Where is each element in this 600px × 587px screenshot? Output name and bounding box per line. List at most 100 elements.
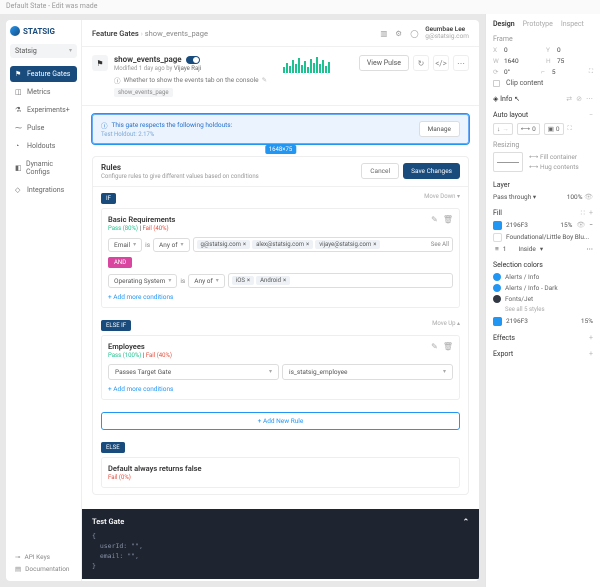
value-chip[interactable]: alex@statsig.com ×	[252, 240, 313, 249]
move-up-link[interactable]: Move Up ▴	[432, 320, 460, 327]
stroke-weight[interactable]: 1	[503, 245, 507, 253]
manage-button[interactable]: Manage	[419, 121, 460, 137]
nav-metrics[interactable]: ◫Metrics	[10, 84, 77, 100]
condition-field-select[interactable]: Email▾	[108, 238, 142, 252]
remove-fill-icon[interactable]: −	[589, 221, 593, 229]
breadcrumb-root[interactable]: Feature Gates	[92, 29, 139, 38]
selection-color[interactable]: Alerts / Info	[493, 273, 593, 281]
delete-icon[interactable]: 🗑	[443, 215, 453, 224]
see-all-link[interactable]: See All	[431, 241, 449, 248]
add-fill-icon[interactable]: +	[589, 209, 593, 217]
direction-toggle[interactable]: ↓ →	[493, 123, 513, 135]
more-button[interactable]: ⋯	[453, 55, 469, 71]
test-gate-code[interactable]: { userId: "", email: "", }	[92, 532, 469, 571]
chevron-down-icon: ▾	[69, 47, 72, 55]
user-chip[interactable]: Geumbae Leeg@statsig.com	[425, 26, 469, 40]
see-all-styles-link[interactable]: See all 5 styles	[505, 306, 593, 313]
frame-y[interactable]: 0	[557, 46, 561, 54]
resize-h-select[interactable]: ⟷ Fill container	[529, 152, 579, 162]
autolayout-more-icon[interactable]: ⛶	[568, 125, 572, 133]
condition-operator-select[interactable]: Any of▾	[153, 238, 190, 252]
eye-icon[interactable]: 👁	[584, 193, 593, 201]
style-icon[interactable]: ∷	[581, 209, 585, 217]
more-icon[interactable]: ⋯	[586, 95, 593, 103]
edit-icon[interactable]: ✎	[431, 215, 438, 224]
clip-content-checkbox[interactable]	[493, 80, 500, 87]
add-new-rule-button[interactable]: + Add New Rule	[101, 412, 460, 430]
nav-experiments[interactable]: ⚗Experiments+	[10, 102, 77, 118]
fill-swatch[interactable]	[493, 221, 502, 230]
remove-autolayout-icon[interactable]: −	[589, 111, 593, 119]
docs-link[interactable]: ▤Documentation	[10, 563, 77, 575]
holdout-banner[interactable]: ⓘThis gate respects the following holdou…	[92, 114, 469, 144]
tab-inspect[interactable]: Inspect	[561, 20, 584, 28]
workspace-select[interactable]: Statsig▾	[10, 44, 77, 58]
stroke-more-icon[interactable]: ⋯	[587, 245, 594, 253]
nav-holdouts[interactable]: ◔Holdouts	[10, 138, 77, 154]
move-down-link[interactable]: Move Down ▾	[424, 193, 460, 200]
nav-dynamic-configs[interactable]: ◧Dynamic Configs	[10, 156, 77, 180]
frame-w[interactable]: 1640	[504, 57, 519, 65]
frame-radius[interactable]: 5	[552, 68, 556, 76]
value-chip[interactable]: vijaye@statsig.com ×	[315, 240, 380, 249]
figma-canvas[interactable]: STATSIG Statsig▾ ⚑Feature Gates ◫Metrics…	[0, 14, 485, 587]
expand-icon[interactable]: ⛶	[589, 68, 593, 76]
selection-color[interactable]: Fonts/Jet	[493, 295, 593, 303]
stroke-align[interactable]: Inside	[518, 245, 535, 253]
layout-icon[interactable]: ▥	[380, 29, 389, 38]
tab-design[interactable]: Design	[493, 20, 515, 28]
value-chip[interactable]: iOS ×	[232, 276, 254, 285]
condition-field-select[interactable]: Operating System▾	[108, 274, 177, 288]
opacity-input[interactable]: 100%	[567, 193, 583, 201]
padding-input[interactable]: ▣ 0	[544, 123, 564, 135]
add-effect-icon[interactable]: +	[589, 334, 593, 342]
delete-icon[interactable]: 🗑	[443, 342, 453, 351]
gate-toggle[interactable]	[186, 56, 200, 64]
fill-opacity[interactable]: 15%	[560, 221, 572, 229]
edit-icon[interactable]: ✎	[262, 76, 267, 84]
value-chip[interactable]: Android ×	[256, 276, 290, 285]
api-keys-link[interactable]: ⊸API Keys	[10, 551, 77, 563]
tab-prototype[interactable]: Prototype	[523, 20, 553, 28]
avatar-icon[interactable]: ◯	[410, 29, 419, 38]
value-chip[interactable]: g@statsig.com ×	[197, 240, 251, 249]
target-gate-select[interactable]: Passes Target Gate▾	[108, 364, 279, 380]
frame-h[interactable]: 75	[557, 57, 564, 65]
nav-feature-gates[interactable]: ⚑Feature Gates	[10, 66, 77, 82]
resizing-diagram[interactable]	[493, 152, 523, 172]
rule-name: Basic Requirements	[108, 215, 175, 224]
component-name[interactable]: Info	[500, 95, 512, 103]
condition-values[interactable]: iOS × Android ×	[228, 273, 453, 288]
stroke-swatch[interactable]	[493, 233, 502, 242]
refresh-button[interactable]: ↻	[413, 55, 429, 71]
add-condition-link[interactable]: + Add more conditions	[108, 293, 453, 301]
color-swatch[interactable]	[493, 317, 502, 326]
add-condition-link[interactable]: + Add more conditions	[108, 385, 453, 393]
condition-operator-select[interactable]: Any of▾	[188, 274, 225, 288]
target-gate-value[interactable]: is_statsig_employee▾	[282, 364, 453, 380]
blend-mode-select[interactable]: Pass through ▾	[493, 193, 536, 201]
collapse-icon[interactable]: ⌃	[463, 517, 469, 526]
detach-icon[interactable]: ⊘	[576, 95, 582, 103]
condition-values[interactable]: g@statsig.com × alex@statsig.com × vijay…	[193, 237, 453, 252]
code-button[interactable]: </>	[433, 55, 449, 71]
breadcrumb-current: show_events_page	[145, 29, 208, 38]
nav-integrations[interactable]: ◇Integrations	[10, 182, 77, 198]
resize-v-select[interactable]: ⟷ Hug contents	[529, 162, 579, 172]
fill-hex[interactable]: 2196F3	[506, 221, 528, 229]
spacing-input[interactable]: ⟷ 0	[517, 123, 540, 135]
rule-employees: Employees Pass (100%) | Fail (40%) ✎🗑 Pa…	[101, 335, 460, 400]
cancel-button[interactable]: Cancel	[361, 163, 399, 179]
stroke-style[interactable]: Foundational/Little Boy Blu...	[506, 233, 589, 241]
frame-x[interactable]: 0	[504, 46, 508, 54]
add-export-icon[interactable]: +	[589, 350, 593, 358]
nav-pulse[interactable]: ⁓Pulse	[10, 120, 77, 136]
save-changes-button[interactable]: Save Changes	[403, 163, 460, 179]
selection-color[interactable]: Alerts / Info - Dark	[493, 284, 593, 292]
gear-icon[interactable]: ⚙	[395, 29, 404, 38]
view-pulse-button[interactable]: View Pulse	[359, 55, 409, 71]
frame-rotation[interactable]: 0°	[504, 68, 510, 76]
eye-icon[interactable]: 👁	[576, 221, 585, 229]
edit-icon[interactable]: ✎	[431, 342, 438, 351]
swap-icon[interactable]: ⇄	[566, 95, 572, 103]
